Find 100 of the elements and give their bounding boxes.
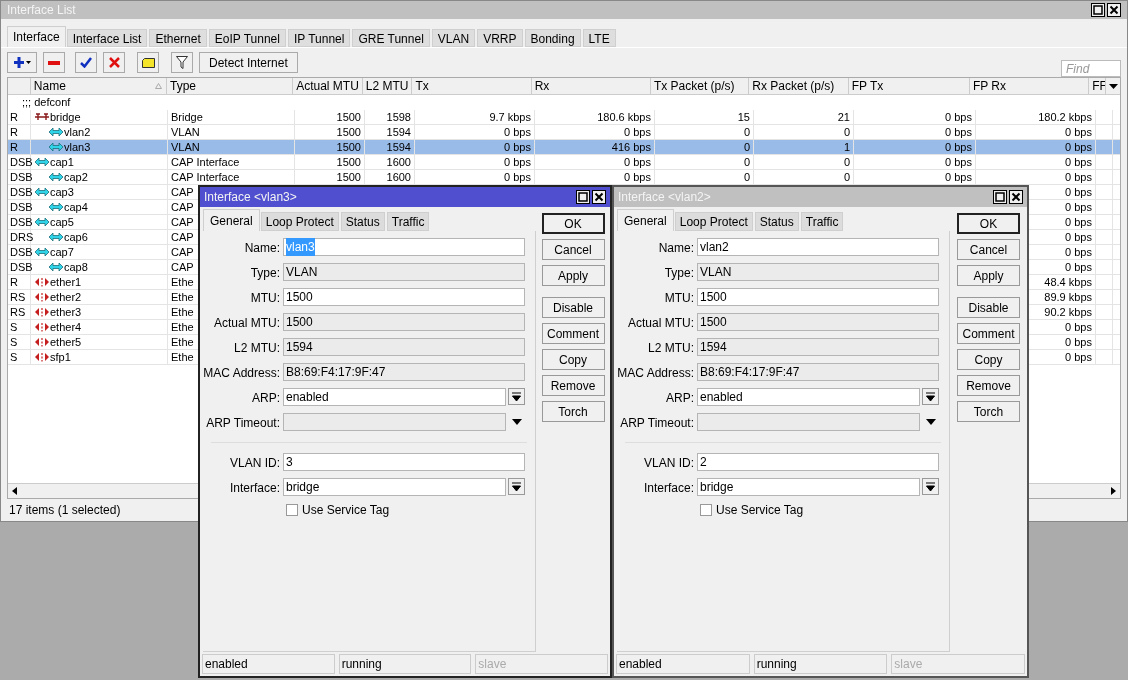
maximize-icon[interactable] (576, 190, 590, 204)
input-field[interactable]: bridge (283, 477, 506, 496)
table-row[interactable]: R vlan3 VLAN 1500 1594 0 bps 416 bps 0 1 0 bps 0 bps (8, 140, 1120, 155)
input-field[interactable] (283, 412, 506, 431)
input-field[interactable] (697, 412, 920, 431)
dialog-button[interactable]: Torch (541, 401, 605, 422)
input-field[interactable]: B8:69:F4:17:9F:47 (283, 362, 525, 381)
double-arrow-icon (48, 202, 64, 212)
dialog-button[interactable]: Apply (541, 265, 605, 286)
add-button[interactable] (7, 52, 37, 73)
input-field[interactable]: bridge (697, 477, 920, 496)
close-icon[interactable] (592, 190, 606, 204)
table-row[interactable]: R vlan2 VLAN 1500 1594 0 bps 0 bps 0 0 0 bps 0 bps (8, 125, 1120, 140)
table-cell: 416 bps (611, 140, 651, 154)
tab[interactable]: Traffic (386, 212, 430, 231)
column-header[interactable]: FP Rx (969, 78, 1090, 94)
tab[interactable]: EoIP Tunnel (208, 29, 286, 47)
tab[interactable]: Ethernet (149, 29, 207, 47)
column-header[interactable]: Rx Packet (p/s) (749, 78, 849, 94)
tab[interactable]: General (617, 209, 674, 231)
input-field[interactable]: 1500 (697, 312, 939, 331)
tab[interactable]: IP Tunnel (287, 29, 351, 47)
input-field[interactable]: 1500 (697, 287, 939, 306)
maximize-icon[interactable] (993, 190, 1007, 204)
maximize-icon[interactable] (1091, 3, 1105, 17)
dialog-button[interactable]: Disable (957, 297, 1020, 318)
double-arrow-icon (34, 247, 50, 257)
table-cell: 0 bps (1065, 170, 1092, 184)
dialog-button[interactable]: Torch (957, 401, 1020, 422)
dropdown-button[interactable] (508, 478, 525, 495)
enable-button[interactable] (75, 52, 97, 73)
input-field[interactable]: enabled (283, 387, 506, 406)
find-field[interactable]: Find (1061, 60, 1121, 77)
table-cell: 1500 (336, 155, 361, 169)
dialog-button[interactable]: Copy (541, 349, 605, 370)
column-header[interactable]: Name (30, 78, 167, 94)
input-field[interactable]: VLAN (283, 262, 525, 281)
input-field[interactable]: 2 (697, 452, 939, 471)
column-header[interactable]: Rx (531, 78, 651, 94)
close-icon[interactable] (1009, 190, 1023, 204)
dialog-button[interactable]: Cancel (957, 239, 1020, 260)
input-field[interactable]: 1500 (283, 287, 525, 306)
table-row[interactable]: R bridge Bridge 1500 1598 9.7 kbps 180.6 kbps 15 21 0 bps 180.2 kbps (8, 110, 1120, 125)
dialog-button[interactable]: Apply (957, 265, 1020, 286)
table-cell: 0 bps (1065, 140, 1092, 154)
column-header[interactable]: Actual MTU (293, 78, 363, 94)
disable-button[interactable] (103, 52, 125, 73)
field-label: VLAN ID: (230, 455, 280, 470)
tab[interactable]: Status (754, 212, 799, 231)
dialog-button[interactable]: Disable (541, 297, 605, 318)
dialog-button[interactable]: Copy (957, 349, 1020, 370)
dialog-button[interactable]: OK (541, 213, 605, 234)
dropdown-button[interactable] (922, 388, 939, 405)
caret-icon[interactable] (925, 418, 936, 425)
dropdown-button[interactable] (922, 478, 939, 495)
close-icon[interactable] (1107, 3, 1121, 17)
tab[interactable]: GRE Tunnel (352, 29, 430, 47)
column-header[interactable]: L2 MTU (362, 78, 413, 94)
tab[interactable]: Interface (7, 26, 66, 47)
dialog-button[interactable]: Comment (541, 323, 605, 344)
field-label: Type: (250, 265, 280, 280)
checkbox[interactable] (286, 504, 298, 516)
tab[interactable]: LTE (582, 29, 616, 47)
tab[interactable]: Traffic (800, 212, 844, 231)
table-row[interactable]: DSB cap2 CAP Interface 1500 1600 0 bps 0 bps 0 0 0 bps 0 bps (8, 170, 1120, 185)
tab[interactable]: Bonding (524, 29, 581, 47)
column-header[interactable]: Tx (412, 78, 532, 94)
field-label: MTU: (250, 290, 280, 305)
tab[interactable]: Interface List (66, 29, 148, 47)
input-field[interactable]: VLAN (697, 262, 939, 281)
tab[interactable]: General (203, 209, 260, 231)
tab[interactable]: Loop Protect (260, 212, 339, 231)
input-field[interactable]: 1594 (697, 337, 939, 356)
remove-button[interactable] (43, 52, 65, 73)
table-row[interactable]: DSB cap1 CAP Interface 1500 1600 0 bps 0 bps 0 0 0 bps 0 bps (8, 155, 1120, 170)
detect-internet-button[interactable]: Detect Internet (199, 52, 298, 73)
dialog-button[interactable]: Comment (957, 323, 1020, 344)
input-field[interactable]: B8:69:F4:17:9F:47 (697, 362, 939, 381)
input-field[interactable]: 1500 (283, 312, 525, 331)
checkbox[interactable] (700, 504, 712, 516)
tab[interactable]: VRRP (477, 29, 523, 47)
column-header[interactable]: Type (167, 78, 294, 94)
table-cell: 1500 (336, 110, 361, 124)
input-field[interactable]: vlan2 (697, 237, 939, 256)
filter-button[interactable] (171, 52, 193, 73)
tab[interactable]: Loop Protect (674, 212, 753, 231)
tab[interactable]: VLAN (431, 29, 476, 47)
dropdown-button[interactable] (508, 388, 525, 405)
caret-icon[interactable] (511, 418, 522, 425)
tab[interactable]: Status (340, 212, 385, 231)
comment-button[interactable] (137, 52, 159, 73)
dialog-button[interactable]: Remove (541, 375, 605, 396)
column-header[interactable]: Tx Packet (p/s) (650, 78, 750, 94)
input-field[interactable]: enabled (697, 387, 920, 406)
dialog-button[interactable]: Remove (957, 375, 1020, 396)
input-field[interactable]: 3 (283, 452, 525, 471)
column-header[interactable]: FP Tx (848, 78, 970, 94)
input-field[interactable]: 1594 (283, 337, 525, 356)
dialog-button[interactable]: OK (957, 213, 1020, 234)
dialog-button[interactable]: Cancel (541, 239, 605, 260)
